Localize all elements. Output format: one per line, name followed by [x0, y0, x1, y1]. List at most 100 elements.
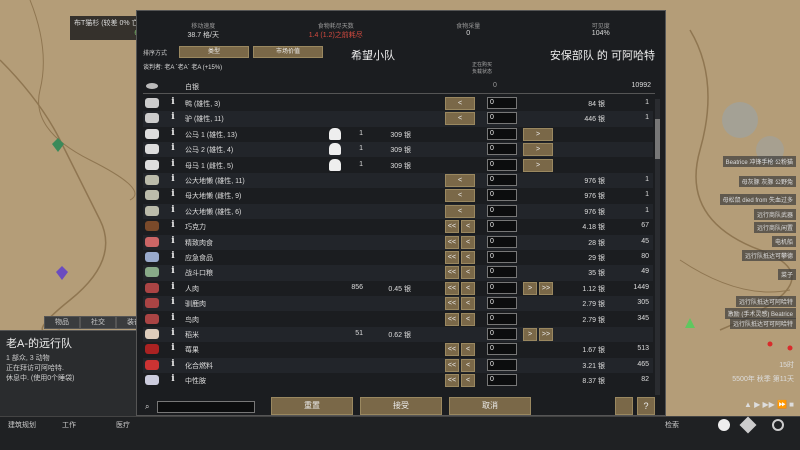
buy-one-button[interactable]: < [461, 297, 475, 311]
buy-all-button[interactable]: << [445, 343, 459, 357]
sell-all-button[interactable]: >> [539, 328, 553, 341]
trade-row[interactable]: i 公马 1 (雄性, 13) 1 309 银 0 > [143, 127, 653, 142]
buy-one-button[interactable]: < [461, 312, 475, 326]
buy-one-button[interactable]: < [461, 343, 475, 357]
trade-row[interactable]: i 公大地懒 (雄性, 11) <0 976 银 1 [143, 173, 653, 189]
trade-row[interactable]: i 母马 1 (雌性, 5) 1 309 银 0 > [143, 158, 653, 173]
accept-button[interactable]: 接受 [360, 397, 442, 415]
buy-one-button[interactable]: < [461, 358, 475, 372]
buy-all-button[interactable]: << [445, 235, 459, 249]
buy-all-button[interactable]: << [445, 220, 459, 234]
buy-one-button[interactable]: < [461, 374, 475, 388]
quantity-input[interactable]: 0 [487, 189, 517, 202]
log-entry[interactable]: 远行队抵达可阿哈特 [735, 296, 796, 307]
reset-button[interactable]: 重置 [271, 397, 353, 415]
sort-by-value-button[interactable]: 市场价值 [253, 46, 323, 58]
trade-row[interactable]: i 公大地懒 (雄性, 6) <0 976 银 1 [143, 203, 653, 220]
tab-work[interactable]: 工作 [62, 420, 76, 434]
quantity-input[interactable]: 0 [487, 174, 517, 186]
tab-items[interactable]: 物品 [44, 316, 80, 329]
quantity-input[interactable]: 0 [487, 220, 517, 233]
buy-all-button[interactable]: << [445, 266, 459, 280]
quantity-input[interactable]: 0 [487, 281, 517, 294]
trade-item-list[interactable]: i 鸭 (雄性, 3) <0 84 银 1 i 驴 (雄性, 11) <0 446 银 1 i 公马 … [143, 96, 653, 396]
buy-all-button[interactable]: << [445, 297, 459, 311]
trade-row[interactable]: i 精致肉食 << <0 28 银 45 [143, 234, 653, 250]
info-icon[interactable]: i [167, 143, 179, 155]
info-icon[interactable]: i [167, 313, 179, 325]
sell-all-button[interactable]: >> [539, 281, 553, 295]
log-entry[interactable]: 母灰豚 灰豚 公野兔 [738, 176, 796, 187]
trade-row[interactable]: i 稻米 51 0.62 银 0 > >> [143, 327, 653, 343]
quantity-input[interactable]: 0 [487, 143, 517, 156]
gift-mode-icon[interactable] [615, 397, 633, 415]
cancel-button[interactable]: 取消 [449, 397, 531, 415]
info-icon[interactable]: i [167, 343, 179, 355]
trade-row[interactable]: i 战斗口粮 << <0 35 银 49 [143, 265, 653, 281]
lightbulb-icon[interactable] [718, 419, 730, 431]
trade-row[interactable]: i 莓果 << <0 1.67 银 513 [143, 342, 653, 357]
trade-row[interactable]: i 人肉 856 0.45 银 << <0 > >> 1.12 银 1449 [143, 281, 653, 296]
quantity-input[interactable]: 0 [487, 266, 517, 279]
buy-all-button[interactable]: << [445, 251, 459, 264]
buy-one-button[interactable]: < [445, 204, 475, 218]
scrollbar-thumb[interactable] [655, 119, 660, 159]
quantity-input[interactable]: 0 [487, 235, 517, 248]
info-icon[interactable]: i [167, 97, 179, 109]
search-input[interactable] [157, 401, 255, 413]
log-entry[interactable]: 电机船 [771, 236, 796, 247]
quantity-input[interactable]: 0 [487, 158, 517, 171]
globe-icon[interactable] [772, 419, 784, 431]
log-entry[interactable]: 母松鼠 died from 失血过多 [719, 194, 796, 205]
info-icon[interactable]: i [167, 220, 179, 232]
quantity-input[interactable]: 0 [487, 251, 517, 263]
quantity-input[interactable]: 0 [487, 204, 517, 217]
buy-one-button[interactable]: < [461, 220, 475, 234]
info-icon[interactable]: i [167, 374, 179, 386]
buy-one-button[interactable]: < [461, 251, 475, 264]
quantity-input[interactable]: 0 [487, 312, 517, 325]
buy-one-button[interactable]: < [445, 189, 475, 203]
quantity-input[interactable]: 0 [487, 358, 517, 371]
sell-one-button[interactable]: > [523, 127, 553, 141]
buy-one-button[interactable]: < [461, 281, 475, 295]
sell-one-button[interactable]: > [523, 143, 553, 157]
info-icon[interactable]: i [167, 159, 179, 171]
buy-one-button[interactable]: < [461, 266, 475, 280]
trade-row[interactable]: i 鸟肉 << <0 2.79 银 345 [143, 312, 653, 327]
info-icon[interactable]: i [167, 236, 179, 248]
trade-row[interactable]: i 应急食品 << <0 29 银 80 [143, 250, 653, 265]
info-icon[interactable]: i [167, 189, 179, 201]
tab-search[interactable]: 检索 [665, 420, 679, 434]
info-icon[interactable]: i [167, 297, 179, 309]
buy-all-button[interactable]: << [445, 374, 459, 388]
trade-row[interactable]: i 中性胺 << <0 8.37 银 82 [143, 373, 653, 388]
speed-controls[interactable]: ▲ ▶ ▶▶ ⏩ ■ [744, 400, 794, 409]
log-entry[interactable]: 远行队抵达可可阿哈特 [729, 318, 796, 329]
tab-architect[interactable]: 建筑规划 [8, 420, 36, 434]
sort-by-category-button[interactable]: 类型 [179, 46, 249, 58]
trade-row[interactable]: i 驯鹿肉 << <0 2.79 银 305 [143, 296, 653, 312]
trade-row[interactable]: i 公马 2 (雄性, 4) 1 309 银 0 > [143, 142, 653, 158]
info-icon[interactable]: i [167, 328, 179, 340]
trade-row[interactable]: i 驴 (雄性, 11) <0 446 银 1 [143, 111, 653, 127]
tab-medical[interactable]: 医疗 [116, 420, 130, 434]
trade-row[interactable]: i 鸭 (雄性, 3) <0 84 银 1 [143, 96, 653, 111]
log-entry[interactable]: 远行商队武器 [753, 209, 796, 220]
tab-social[interactable]: 社交 [80, 316, 116, 329]
info-icon[interactable]: i [167, 205, 179, 217]
info-icon[interactable]: i [167, 174, 179, 186]
quantity-input[interactable]: 0 [487, 97, 517, 109]
buy-one-button[interactable]: < [461, 235, 475, 249]
buy-one-button[interactable]: < [445, 97, 475, 110]
trade-row[interactable]: i 巧克力 << <0 4.18 银 67 [143, 219, 653, 234]
sell-one-button[interactable]: > [523, 158, 553, 172]
trade-row[interactable]: i 化合燃料 << <0 3.21 银 465 [143, 357, 653, 374]
trade-list-scrollbar[interactable] [655, 99, 660, 395]
log-entry[interactable]: 菜子 [777, 269, 796, 280]
buy-one-button[interactable]: < [445, 174, 475, 187]
brush-icon[interactable] [739, 416, 757, 434]
sell-one-button[interactable]: > [523, 281, 537, 295]
quantity-input[interactable]: 0 [487, 374, 517, 387]
info-icon[interactable]: i [167, 282, 179, 294]
